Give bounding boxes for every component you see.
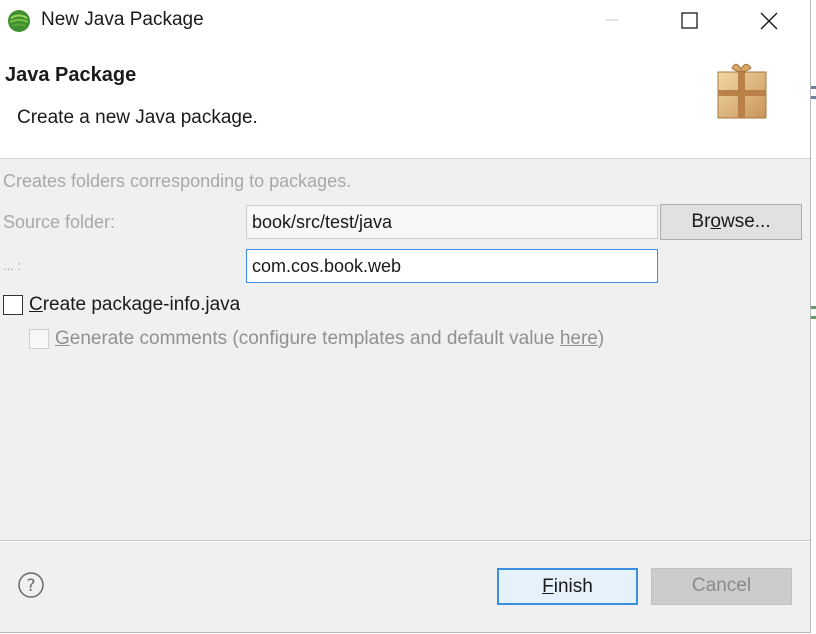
generate-comments-checkbox[interactable]: [29, 329, 49, 349]
create-package-info-checkbox[interactable]: [3, 295, 23, 315]
browse-button[interactable]: Browse...: [660, 204, 802, 240]
page-description: Create a new Java package.: [17, 107, 258, 128]
minimize-icon: [606, 19, 618, 21]
minimize-button[interactable]: [582, 0, 642, 42]
help-icon[interactable]: ?: [17, 571, 45, 599]
package-name-input[interactable]: [246, 249, 658, 283]
source-folder-input[interactable]: [246, 205, 658, 239]
title-bar[interactable]: New Java Package: [0, 0, 810, 42]
info-text: Creates folders corresponding to package…: [3, 171, 352, 191]
package-gift-icon: [717, 63, 767, 119]
generate-comments-label: Generate comments (configure templates a…: [55, 328, 605, 349]
maximize-icon: [681, 12, 698, 29]
maximize-button[interactable]: [660, 0, 720, 42]
close-button[interactable]: [740, 0, 800, 42]
cancel-button[interactable]: Cancel: [651, 568, 792, 605]
here-link[interactable]: here: [560, 328, 598, 349]
wizard-banner: Java Package Create a new Java package.: [0, 42, 810, 159]
new-java-package-dialog: New Java Package Java Package Create a n…: [0, 0, 811, 633]
source-folder-label: Source folder:: [3, 212, 116, 232]
page-title: Java Package: [5, 64, 137, 86]
create-package-info-option[interactable]: Create package-info.java: [3, 292, 240, 318]
package-name-label: ... :: [3, 258, 22, 273]
generate-comments-option: Generate comments (configure templates a…: [29, 326, 604, 352]
close-icon: [760, 12, 778, 30]
footer-divider: [0, 540, 810, 542]
eclipse-icon: [8, 10, 30, 32]
create-package-info-label: Create package-info.java: [29, 294, 241, 315]
finish-button[interactable]: Finish: [497, 568, 638, 605]
svg-text:?: ?: [26, 576, 35, 596]
window-title: New Java Package: [41, 9, 204, 30]
